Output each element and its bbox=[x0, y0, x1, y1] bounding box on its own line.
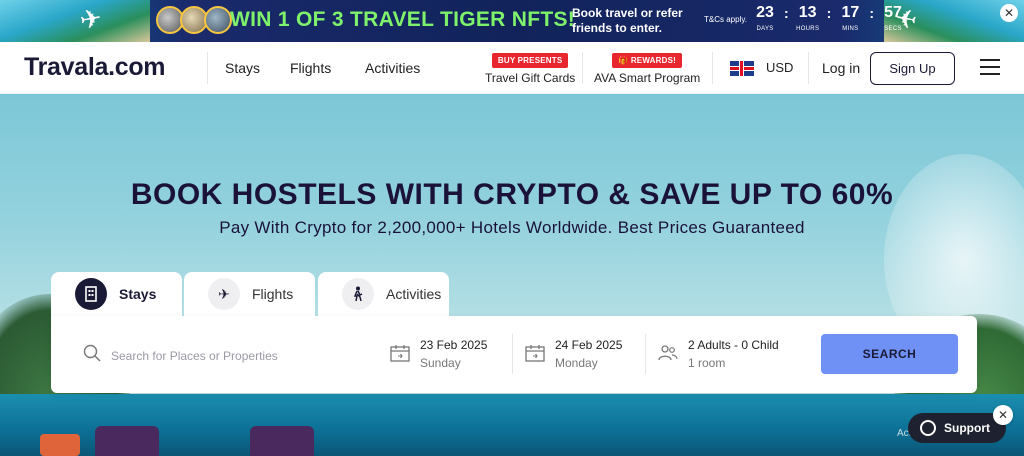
nft-avatars bbox=[156, 6, 232, 34]
destination-field[interactable] bbox=[83, 344, 361, 367]
countdown-hours: 13 HOURS bbox=[796, 4, 820, 32]
rooms-count: 1 room bbox=[688, 356, 726, 370]
guests-icon bbox=[658, 344, 678, 367]
calendar-icon bbox=[525, 344, 545, 367]
divider bbox=[712, 52, 713, 84]
uk-flag-icon[interactable] bbox=[730, 61, 754, 76]
search-icon bbox=[83, 344, 101, 367]
guests-field[interactable]: 2 Adults - 0 Child 1 room bbox=[658, 338, 779, 370]
tab-label: Activities bbox=[386, 286, 442, 302]
checkout-day: Monday bbox=[555, 356, 598, 370]
promo-subtext: Book travel or refer friends to enter. bbox=[572, 6, 683, 35]
ava-smart-program-label: AVA Smart Program bbox=[594, 71, 701, 85]
countdown-secs: 57 SECS bbox=[884, 4, 902, 32]
support-button[interactable]: Support bbox=[908, 413, 1006, 443]
chat-icon bbox=[920, 420, 936, 436]
nav-flights[interactable]: Flights bbox=[290, 60, 331, 76]
calendar-icon bbox=[390, 344, 410, 367]
checkin-day: Sunday bbox=[420, 356, 461, 370]
search-button[interactable]: SEARCH bbox=[821, 334, 958, 374]
checkout-field[interactable]: 24 Feb 2025 Monday bbox=[525, 338, 622, 370]
tab-label: Flights bbox=[252, 286, 294, 302]
divider bbox=[808, 52, 809, 84]
site-header: Travala.com Stays Flights Activities BUY… bbox=[0, 42, 1024, 94]
buy-presents-badge: BUY PRESENTS bbox=[491, 53, 569, 68]
support-label: Support bbox=[944, 421, 990, 435]
nft-avatar bbox=[204, 6, 232, 34]
guests-summary: 2 Adults - 0 Child bbox=[688, 338, 779, 352]
site-logo[interactable]: Travala.com bbox=[24, 53, 166, 82]
tab-label: Stays bbox=[119, 286, 157, 302]
currency-selector[interactable]: USD bbox=[766, 60, 793, 75]
close-icon[interactable]: ✕ bbox=[1000, 4, 1018, 22]
countdown-timer: 23 DAYS : 13 HOURS : 17 MINS : 57 SECS bbox=[752, 4, 906, 32]
hiker-icon bbox=[342, 278, 374, 310]
countdown-mins: 17 MINS bbox=[841, 4, 860, 32]
tab-flights[interactable]: ✈ Flights bbox=[184, 272, 315, 316]
signup-button[interactable]: Sign Up bbox=[870, 52, 955, 85]
tab-stays[interactable]: Stays bbox=[51, 272, 182, 316]
gift-cards-label: Travel Gift Cards bbox=[485, 71, 576, 85]
countdown-days: 23 DAYS bbox=[756, 4, 774, 32]
checkin-field[interactable]: 23 Feb 2025 Sunday bbox=[390, 338, 487, 370]
promo-tnc[interactable]: T&Cs apply. bbox=[704, 15, 747, 24]
promo-headline: WIN 1 OF 3 TRAVEL TIGER NFTS! bbox=[230, 8, 576, 31]
hero-subtitle: Pay With Crypto for 2,200,000+ Hotels Wo… bbox=[219, 218, 805, 237]
ava-smart-program-link[interactable]: 🎁 REWARDS! AVA Smart Program bbox=[594, 50, 700, 85]
close-icon[interactable]: ✕ bbox=[993, 405, 1013, 425]
hero-background-chair bbox=[95, 426, 159, 456]
tab-activities[interactable]: Activities bbox=[318, 272, 449, 316]
hero-background-chair bbox=[250, 426, 314, 456]
divider bbox=[645, 334, 646, 374]
gift-cards-link[interactable]: BUY PRESENTS Travel Gift Cards bbox=[485, 50, 575, 85]
hero-section: BOOK HOSTELS WITH CRYPTO & SAVE UP TO 60… bbox=[0, 94, 1024, 456]
nav-stays[interactable]: Stays bbox=[225, 60, 260, 76]
search-input[interactable] bbox=[111, 348, 361, 363]
menu-icon[interactable] bbox=[980, 59, 1000, 75]
beach-image-left bbox=[0, 0, 150, 42]
promo-banner[interactable]: ✈ ✈ WIN 1 OF 3 TRAVEL TIGER NFTS! Book t… bbox=[0, 0, 1024, 42]
building-icon bbox=[75, 278, 107, 310]
hero-background-object bbox=[40, 434, 80, 456]
checkin-date: 23 Feb 2025 bbox=[420, 338, 488, 352]
airplane-icon: ✈ bbox=[208, 278, 240, 310]
divider bbox=[582, 52, 583, 84]
search-panel: 23 Feb 2025 Sunday 24 Feb 2025 Monday 2 … bbox=[51, 316, 977, 393]
hero-title: BOOK HOSTELS WITH CRYPTO & SAVE UP TO 60… bbox=[130, 178, 894, 211]
checkout-date: 24 Feb 2025 bbox=[555, 338, 623, 352]
divider bbox=[512, 334, 513, 374]
divider bbox=[207, 52, 208, 84]
login-link[interactable]: Log in bbox=[822, 60, 860, 76]
nav-activities[interactable]: Activities bbox=[365, 60, 420, 76]
rewards-badge: 🎁 REWARDS! bbox=[612, 53, 682, 68]
